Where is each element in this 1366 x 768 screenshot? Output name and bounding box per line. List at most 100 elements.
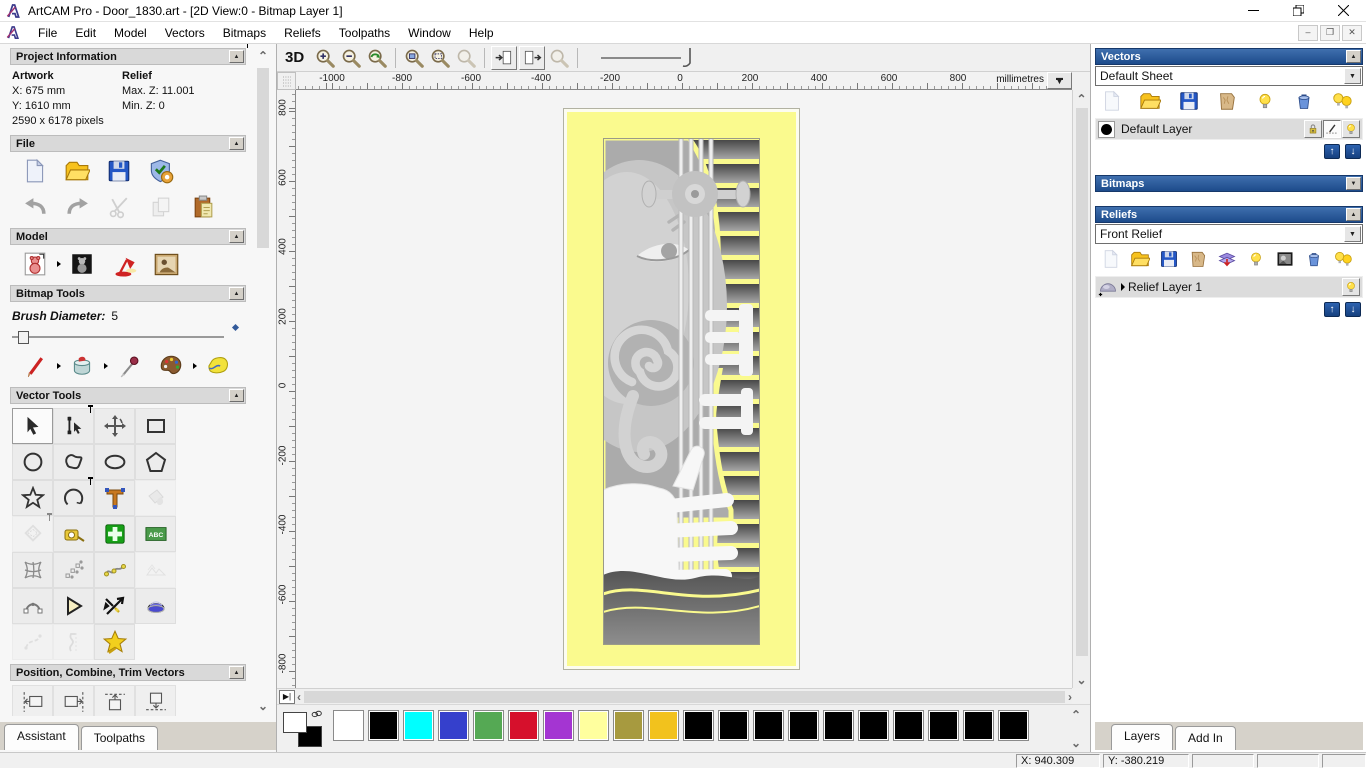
mdi-restore-button[interactable]: ❐ xyxy=(1320,24,1340,41)
snap-layer-button[interactable] xyxy=(1323,120,1341,138)
flyout-arrow-icon[interactable] xyxy=(193,363,197,369)
preview-button[interactable] xyxy=(546,46,572,70)
collapse-button[interactable]: ▲ xyxy=(229,666,244,679)
fit-curve-tool[interactable] xyxy=(94,552,135,588)
open-vector-layer-button[interactable] xyxy=(1135,87,1165,115)
scroll-right-icon[interactable]: › xyxy=(1068,691,1072,703)
select-vectors-tool[interactable] xyxy=(12,408,53,444)
colour-swatch[interactable] xyxy=(753,710,784,741)
tab-toolpaths[interactable]: Toolpaths xyxy=(80,726,159,750)
move-layer-down-button[interactable]: ↓ xyxy=(1345,144,1361,159)
menu-bitmaps[interactable]: Bitmaps xyxy=(214,23,275,43)
ruler-units-dropdown[interactable]: ▬ ▼ xyxy=(1047,72,1072,89)
colour-swatch[interactable] xyxy=(438,710,469,741)
trim-vectors-tool[interactable] xyxy=(94,588,135,624)
menu-vectors[interactable]: Vectors xyxy=(156,23,214,43)
all-layers-visible-button[interactable] xyxy=(1327,87,1357,115)
create-ellipse-tool[interactable] xyxy=(94,444,135,480)
toggle-visibility-button[interactable] xyxy=(1241,245,1270,273)
menu-window[interactable]: Window xyxy=(399,23,460,43)
merge-layers-button[interactable] xyxy=(1212,87,1242,115)
palette-scroll[interactable]: ⌃ ⌄ xyxy=(1068,709,1084,749)
create-text-tool[interactable] xyxy=(94,480,135,516)
join-vectors-tool[interactable] xyxy=(53,588,94,624)
paste-button[interactable] xyxy=(188,193,218,221)
colour-swatch[interactable] xyxy=(823,710,854,741)
scroll-down-icon[interactable]: ⌄ xyxy=(1068,737,1084,749)
create-rectangle-tool[interactable] xyxy=(135,408,176,444)
colour-swatch[interactable] xyxy=(648,710,679,741)
guides-toggle-button[interactable] xyxy=(519,45,546,70)
slider-track[interactable] xyxy=(12,336,224,338)
adjust-model-button[interactable] xyxy=(20,250,50,278)
menu-toolpaths[interactable]: Toolpaths xyxy=(330,23,399,43)
menu-file[interactable]: File xyxy=(29,23,66,43)
block-paste-tool[interactable] xyxy=(53,552,94,588)
drawing-canvas[interactable] xyxy=(296,90,1072,688)
colour-swatch[interactable] xyxy=(473,710,504,741)
expand-layer-icon[interactable] xyxy=(1121,283,1125,291)
save-relief-layer-button[interactable] xyxy=(1155,245,1184,273)
layer-visibility-button[interactable] xyxy=(1342,120,1360,138)
layer-name[interactable]: Relief Layer 1 xyxy=(1128,280,1202,294)
reduce-nodes-tool[interactable] xyxy=(135,552,176,588)
colour-swatch[interactable] xyxy=(403,710,434,741)
colour-swatch[interactable] xyxy=(333,710,364,741)
create-arc-tool[interactable] xyxy=(53,477,94,516)
canvas-horizontal-scrollbar[interactable]: ▶| ‹ › xyxy=(277,688,1072,704)
collapse-button[interactable]: ▲ xyxy=(1346,208,1361,221)
greyscale-preview-button[interactable] xyxy=(1270,245,1299,273)
all-layers-visible-button[interactable] xyxy=(1328,245,1357,273)
vertical-ruler[interactable]: 800 600 400 200 0 -200 -400 -600 -800 xyxy=(277,90,296,688)
distort-vectors-tool[interactable] xyxy=(12,552,53,588)
dropdown-arrow-icon[interactable]: ▼ xyxy=(1344,226,1361,242)
colour-swatch[interactable] xyxy=(963,710,994,741)
offset-vectors-tool[interactable] xyxy=(12,513,53,552)
node-editing-tool[interactable] xyxy=(53,405,94,444)
snap-toggle-button[interactable] xyxy=(491,45,518,70)
slider-thumb[interactable] xyxy=(18,331,29,344)
menu-reliefs[interactable]: Reliefs xyxy=(275,23,330,43)
contrast-slider[interactable] xyxy=(601,47,695,69)
measure-tool[interactable] xyxy=(53,516,94,552)
colour-swatch[interactable] xyxy=(858,710,889,741)
horizontal-ruler[interactable]: -1000 -800 -600 -400 -200 0 200 400 600 … xyxy=(296,72,1072,90)
create-star-tool[interactable] xyxy=(12,480,53,516)
primary-secondary-colour-indicator[interactable] xyxy=(283,710,331,748)
scrollbar-thumb[interactable] xyxy=(304,690,1065,703)
create-circle-tool[interactable] xyxy=(12,444,53,480)
transfer-layer-button[interactable] xyxy=(1213,245,1242,273)
save-vector-layer-button[interactable] xyxy=(1174,87,1204,115)
align-right-button[interactable] xyxy=(53,685,94,716)
scroll-up-icon[interactable]: ⌃ xyxy=(254,50,272,62)
new-vector-layer-button[interactable] xyxy=(1097,87,1127,115)
scroll-left-icon[interactable]: ‹ xyxy=(297,691,301,703)
new-relief-layer-button[interactable] xyxy=(1097,245,1126,273)
door-artwork[interactable] xyxy=(563,108,800,670)
scrollbar-thumb[interactable] xyxy=(257,68,269,248)
create-polyline-tool[interactable] xyxy=(53,444,94,480)
layer-visibility-button[interactable] xyxy=(1342,278,1360,296)
lock-layer-button[interactable] xyxy=(1304,120,1322,138)
lighting-material-button[interactable] xyxy=(109,250,139,278)
colour-swatch[interactable] xyxy=(543,710,574,741)
collapse-button[interactable]: ▲ xyxy=(229,389,244,402)
align-bottom-button[interactable] xyxy=(135,685,176,716)
merge-relief-layers-button[interactable] xyxy=(1184,245,1213,273)
flyout-arrow-icon[interactable] xyxy=(104,363,108,369)
copy-button[interactable] xyxy=(146,193,176,221)
collapse-button[interactable]: ▲ xyxy=(1346,50,1361,63)
load-image-button[interactable] xyxy=(151,250,181,278)
restore-button[interactable] xyxy=(1276,0,1321,22)
pane-split-button[interactable]: ▶| xyxy=(279,689,295,704)
dropdown-arrow-icon[interactable]: ▼ xyxy=(1344,68,1361,84)
relief-layer-row[interactable]: Relief Layer 1 xyxy=(1095,276,1363,298)
tab-layers[interactable]: Layers xyxy=(1111,724,1174,750)
colour-swatch[interactable] xyxy=(683,710,714,741)
primary-colour-swatch[interactable] xyxy=(283,712,307,733)
colour-swatch[interactable] xyxy=(578,710,609,741)
text-block-tool[interactable] xyxy=(135,516,176,552)
colour-palette-button[interactable] xyxy=(156,352,186,380)
collapse-button[interactable]: ▲ xyxy=(229,50,244,63)
canvas-vertical-scrollbar[interactable]: ⌃ ⌄ xyxy=(1072,90,1090,688)
